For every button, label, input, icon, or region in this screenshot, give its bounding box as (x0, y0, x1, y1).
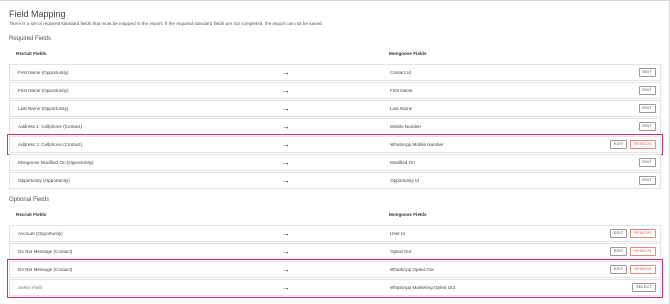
edit-button[interactable]: EDIT (638, 158, 656, 167)
edit-button[interactable]: EDIT (609, 140, 628, 149)
mongoose-field-label: WhatsApp Mobile Number (390, 142, 444, 147)
row-actions: SELECT (632, 283, 656, 292)
row-actions: EDIT (638, 104, 656, 113)
mongoose-field-label: Mobile Number (390, 124, 422, 129)
mongoose-field-label: Last Name (390, 106, 413, 111)
recruit-field-label: First Name (Opportunity) (18, 70, 69, 75)
row-actions: EDIT REMOVE (609, 247, 656, 256)
field-mapping-page: Field Mapping There is a set of required… (0, 0, 670, 304)
mongoose-field-label: Opted Out (390, 249, 412, 254)
edit-button[interactable]: EDIT (638, 176, 656, 185)
mongoose-field-label: Modified On (390, 160, 415, 165)
select-button[interactable]: SELECT (632, 283, 656, 292)
page-description: There is a set of required standard fiel… (9, 21, 323, 26)
optional-row: Do Not Message (Contact) → Opted Out EDI… (9, 243, 661, 260)
remove-button[interactable]: REMOVE (630, 247, 656, 256)
select-field-placeholder[interactable]: Select Field (18, 280, 42, 295)
optional-col-recruit: Recruit Fields (16, 212, 47, 217)
row-actions: EDIT (638, 86, 656, 95)
required-row: Opportunity (Opportunity) → Opportunity … (9, 172, 661, 189)
required-row: Last Name (Opportunity) → Last Name EDIT (9, 100, 661, 117)
arrow-right-icon: → (282, 247, 290, 256)
required-row: Mongoose Modified On (Opportunity) → Mod… (9, 154, 661, 171)
recruit-field-label: Last Name (Opportunity) (18, 106, 69, 111)
edit-button[interactable]: EDIT (638, 68, 656, 77)
row-actions: EDIT REMOVE (609, 265, 656, 274)
arrow-right-icon: → (282, 265, 290, 274)
row-actions: EDIT (638, 158, 656, 167)
edit-button[interactable]: EDIT (609, 247, 628, 256)
recruit-field-label: First Name (Opportunity) (18, 88, 69, 93)
recruit-field-label: Do Not Message (Contact) (18, 249, 73, 254)
required-col-recruit: Recruit Fields (16, 51, 47, 56)
row-actions: EDIT (638, 176, 656, 185)
arrow-right-icon: → (282, 158, 290, 167)
required-col-mongoose: Mongoose Fields (389, 51, 427, 56)
arrow-right-icon: → (282, 86, 290, 95)
required-row: First Name (Opportunity) → First Name ED… (9, 82, 661, 99)
recruit-field-label: Address 1: Cellphone (Contact) (18, 142, 83, 147)
recruit-field-label: Opportunity (Opportunity) (18, 178, 70, 183)
row-actions: EDIT (638, 68, 656, 77)
mongoose-field-label: Opportunity Id (390, 178, 419, 183)
optional-col-mongoose: Mongoose Fields (389, 212, 427, 217)
arrow-right-icon: → (282, 229, 290, 238)
remove-button[interactable]: REMOVE (630, 229, 656, 238)
row-actions: EDIT REMOVE (609, 140, 656, 149)
arrow-right-icon: → (282, 176, 290, 185)
mongoose-field-label: WhatsApp Opted Out (390, 267, 434, 272)
remove-button[interactable]: REMOVE (630, 265, 656, 274)
mongoose-field-label: WhatsApp Marketing Opted Out (390, 285, 456, 290)
mongoose-field-label: First Name (390, 88, 413, 93)
recruit-field-label: Account (Opportunity) (18, 231, 63, 236)
arrow-right-icon: → (282, 122, 290, 131)
optional-fields-title: Optional Fields (9, 197, 50, 203)
edit-button[interactable]: EDIT (638, 122, 656, 131)
row-actions: EDIT (638, 122, 656, 131)
mongoose-field-label: Contact Id (390, 70, 411, 75)
edit-button[interactable]: EDIT (609, 265, 628, 274)
optional-row: Select Field → WhatsApp Marketing Opted … (9, 279, 661, 296)
recruit-field-label: Address 1: Cellphone (Contact) (18, 124, 83, 129)
remove-button[interactable]: REMOVE (630, 140, 656, 149)
required-fields-title: Required Fields (9, 36, 52, 42)
mongoose-field-label: User Id (390, 231, 405, 236)
row-actions: EDIT REMOVE (609, 229, 656, 238)
arrow-right-icon: → (282, 140, 290, 149)
edit-button[interactable]: EDIT (638, 104, 656, 113)
edit-button[interactable]: EDIT (638, 86, 656, 95)
optional-row: Account (Opportunity) → User Id EDIT REM… (9, 225, 661, 242)
required-row: Address 1: Cellphone (Contact) → Mobile … (9, 118, 661, 135)
page-title: Field Mapping (9, 9, 66, 19)
top-divider (0, 0, 670, 1)
recruit-field-label: Mongoose Modified On (Opportunity) (18, 160, 94, 165)
arrow-right-icon: → (282, 283, 290, 292)
required-row: First Name (Opportunity) → Contact Id ED… (9, 64, 661, 81)
required-row: Address 1: Cellphone (Contact) → WhatsAp… (9, 136, 661, 153)
arrow-right-icon: → (282, 104, 290, 113)
optional-row: Do Not Message (Contact) → WhatsApp Opte… (9, 261, 661, 278)
edit-button[interactable]: EDIT (609, 229, 628, 238)
recruit-field-label: Do Not Message (Contact) (18, 267, 73, 272)
arrow-right-icon: → (282, 68, 290, 77)
